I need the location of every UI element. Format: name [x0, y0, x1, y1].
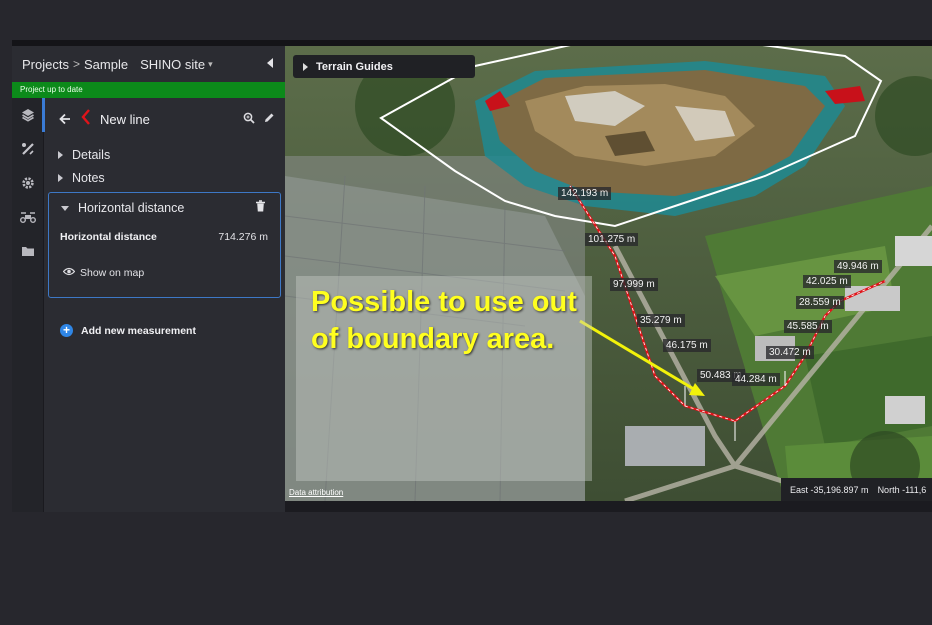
app-window: Projects > Sample SHINO site ▾ Project u… [12, 40, 932, 512]
segment-length-label: 101.275 m [585, 233, 639, 246]
add-measurement-label: Add new measurement [81, 324, 196, 337]
folder-icon[interactable] [19, 242, 37, 260]
back-arrow-icon[interactable] [58, 112, 72, 126]
caret-right-icon [58, 174, 63, 182]
segment-length-label: 35.279 m [637, 314, 685, 327]
measurement-value: 714.276 m [218, 231, 268, 243]
chevron-down-icon[interactable]: ▾ [208, 59, 213, 70]
breadcrumb-project[interactable]: Sample [84, 57, 128, 72]
measurement-label: Horizontal distance [60, 231, 157, 243]
map-viewport[interactable]: Terrain Guides 142.193 m 101.275 m 97.99… [285, 46, 932, 501]
east-coordinate: East -35,196.897 m [790, 484, 869, 495]
plus-circle-icon: + [60, 324, 73, 337]
show-on-map-label: Show on map [80, 267, 145, 279]
bottom-strip [285, 501, 932, 512]
segment-length-label: 142.193 m [558, 187, 612, 200]
measurement-header: New line [44, 106, 285, 132]
delete-trash-icon[interactable] [255, 199, 266, 217]
notes-section[interactable]: Notes [58, 169, 105, 187]
site-selector[interactable]: SHINO site [140, 57, 205, 72]
horizontal-distance-header[interactable]: Horizontal distance [61, 199, 184, 217]
edit-pencil-icon[interactable] [263, 111, 275, 129]
segment-length-label: 46.175 m [663, 339, 711, 352]
measurement-title[interactable]: New line [100, 112, 150, 127]
segment-length-label: 97.999 m [610, 278, 658, 291]
collapse-panel-icon[interactable] [267, 58, 273, 68]
segment-length-label: 45.585 m [784, 320, 832, 333]
tool-rail [12, 98, 45, 512]
terrain-guides-label: Terrain Guides [316, 60, 393, 73]
caret-right-icon [303, 62, 308, 71]
segment-length-label: 42.025 m [803, 275, 851, 288]
breadcrumb-projects[interactable]: Projects [22, 57, 69, 72]
caret-right-icon [58, 151, 63, 159]
coordinate-readout: East -35,196.897 m North -111,6 [781, 478, 932, 501]
north-coordinate: North -111,6 [877, 484, 927, 495]
sidebar-panel: Projects > Sample SHINO site ▾ Project u… [12, 46, 285, 512]
measurement-panel: New line Details Notes Horizontal distan… [44, 98, 285, 512]
drone-icon[interactable] [19, 208, 37, 226]
data-attribution-link[interactable]: Data attribution [289, 488, 343, 497]
card-header-label: Horizontal distance [78, 201, 185, 215]
zoom-to-icon[interactable] [243, 111, 255, 129]
add-measurement-button[interactable]: + Add new measurement [60, 324, 196, 337]
measure-tools-icon[interactable] [19, 140, 37, 158]
horizontal-distance-card: Horizontal distance Horizontal distance … [48, 192, 281, 298]
polyline-icon [80, 108, 92, 130]
breadcrumb: Projects > Sample SHINO site ▾ [12, 46, 285, 82]
layers-icon[interactable] [19, 106, 37, 124]
details-label: Details [72, 148, 111, 162]
annotation-overlay: Possible to use out of boundary area. [296, 276, 592, 481]
segment-length-label: 49.946 m [834, 260, 882, 273]
annotation-text: Possible to use out of boundary area. [311, 286, 577, 355]
eye-icon [62, 267, 76, 279]
terrain-guides-toggle[interactable]: Terrain Guides [293, 55, 475, 78]
breadcrumb-separator: > [72, 57, 80, 71]
settings-icon[interactable] [19, 174, 37, 192]
segment-length-label: 44.284 m [732, 373, 780, 386]
status-bar: Project up to date [12, 82, 285, 98]
segment-length-label: 28.559 m [796, 296, 844, 309]
show-on-map-toggle[interactable]: Show on map [62, 267, 145, 279]
details-section[interactable]: Details [58, 146, 110, 164]
notes-label: Notes [72, 171, 105, 185]
segment-length-label: 30.472 m [766, 346, 814, 359]
caret-down-icon [61, 205, 69, 211]
